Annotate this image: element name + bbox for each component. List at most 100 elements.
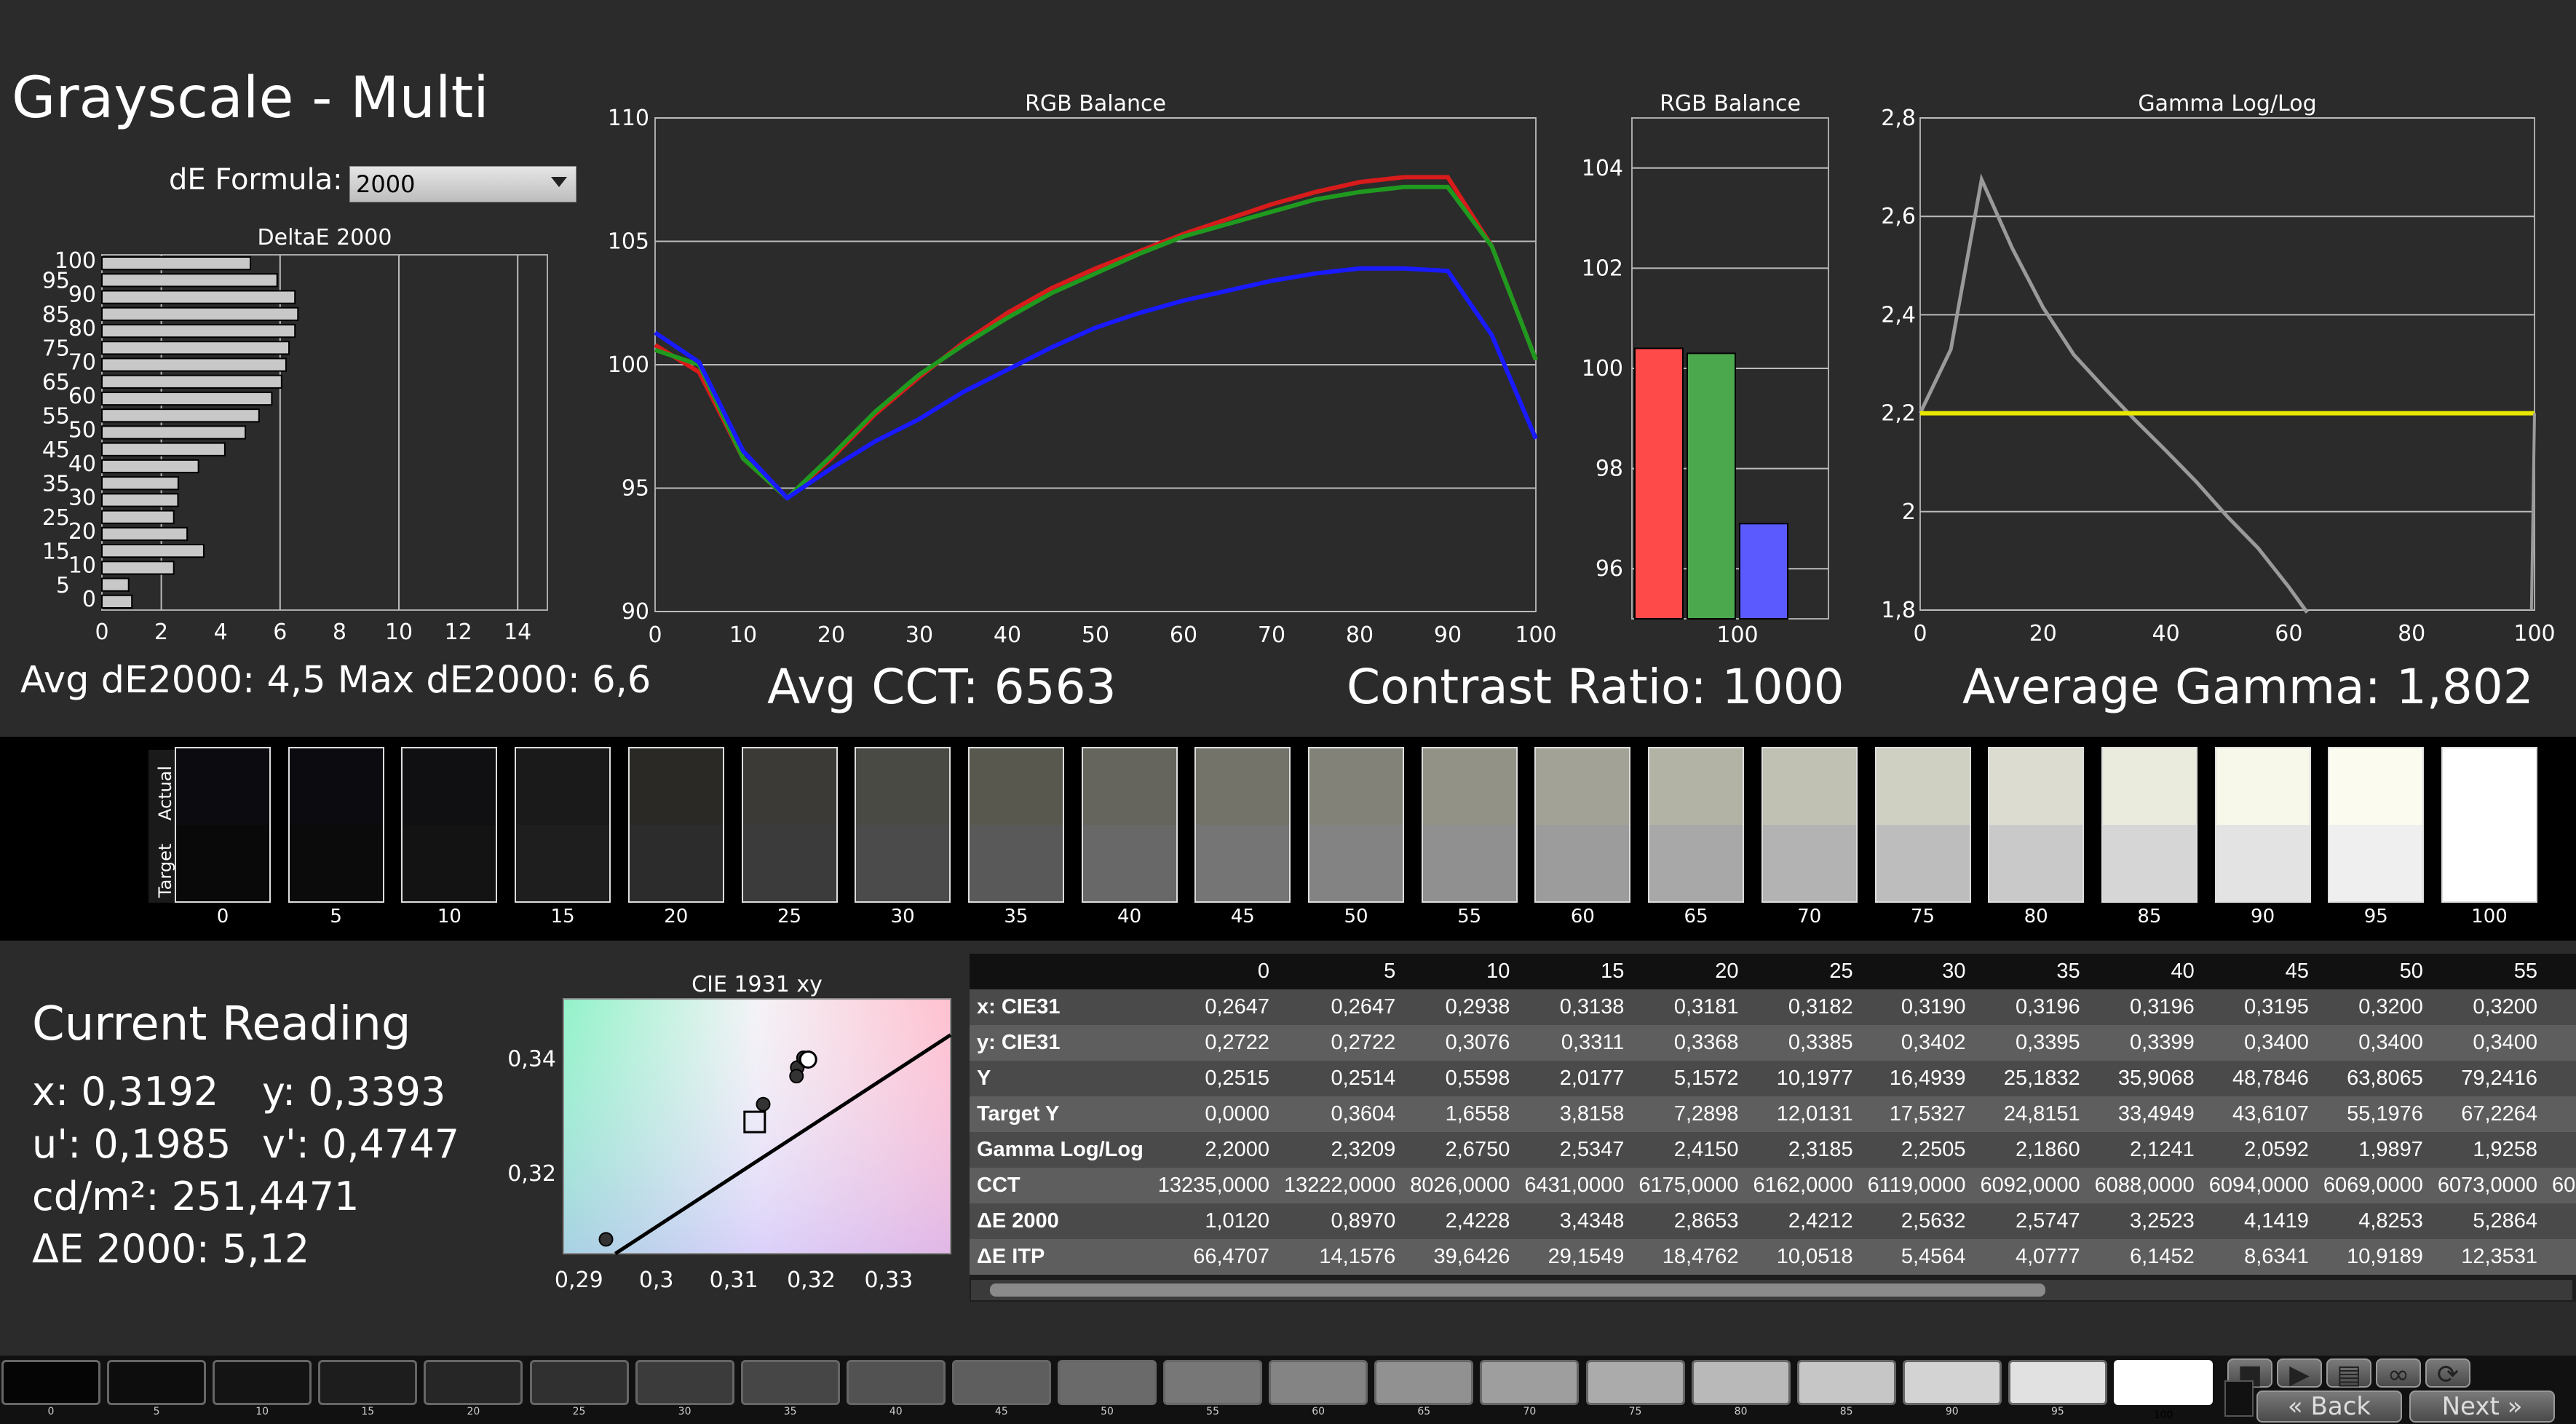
table-cell: 2,5632 (1860, 1203, 1973, 1239)
row-header: ΔE 2000 (970, 1203, 1151, 1239)
table-cell: 0,3604 (1277, 1096, 1403, 1132)
row-header: x: CIE31 (970, 989, 1151, 1025)
swatch-target (2443, 825, 2536, 901)
data-table[interactable]: 05101520253035404550556065x: CIE310,2647… (970, 954, 2576, 1302)
x-tick-label: 4 (214, 620, 228, 645)
table-row: ΔE 2000 1,0120 0,8970 2,4228 3,4348 2,8653 2,4… (970, 1203, 2576, 1239)
table-cell: 17,5327 (1860, 1096, 1973, 1132)
de-formula-dropdown[interactable]: 2000 (349, 166, 576, 202)
patch-button[interactable] (1374, 1360, 1474, 1405)
x-tick-label: 0 (648, 622, 662, 648)
page-title: Grayscale - Multi (12, 66, 489, 131)
swatch-label: 45 (1230, 906, 1255, 927)
patch-button[interactable] (107, 1360, 207, 1405)
swatch-actual (2102, 748, 2196, 825)
current-reading-title: Current Reading (32, 997, 411, 1051)
swatch (967, 747, 1064, 903)
actual-label: Actual (155, 765, 175, 820)
y-tick-label: 80 (68, 316, 96, 341)
patch-button[interactable] (846, 1360, 946, 1405)
y-tick-label: 2 (1902, 499, 1916, 525)
patch-button[interactable] (213, 1360, 312, 1405)
table-cell: 1,8469 (2545, 1132, 2576, 1168)
table-cell: 0,3138 (1517, 989, 1632, 1025)
table-scroll-thumb[interactable] (990, 1283, 2045, 1297)
patch-button[interactable] (951, 1360, 1051, 1405)
patch-button[interactable] (1163, 1360, 1263, 1405)
patch-button[interactable] (635, 1360, 734, 1405)
table-header-cell: 0 (1150, 954, 1277, 989)
loop-icon[interactable]: ∞ (2376, 1358, 2421, 1390)
table-cell: 67,2264 (2430, 1096, 2545, 1132)
bar (1634, 347, 1684, 620)
swatch (2214, 747, 2311, 903)
swatch-actual (1762, 748, 1856, 825)
plot-shade (563, 998, 951, 1254)
table-cell: 6094,0000 (2201, 1168, 2316, 1203)
swatch (1988, 747, 2085, 903)
patch-button[interactable] (2114, 1360, 2213, 1405)
table-cell: 14,1576 (1277, 1239, 1403, 1275)
y-tick-label: 102 (1582, 256, 1623, 281)
patch-button[interactable] (2008, 1360, 2107, 1405)
y-tick-label: 0,34 (507, 1047, 556, 1072)
x-tick-label: 0,33 (864, 1267, 913, 1293)
de-formula-label: dE Formula: (169, 163, 343, 197)
table-cell: 2,5347 (1517, 1132, 1632, 1168)
x-tick-label: 100 (1515, 622, 1556, 648)
y-tick-label: 30 (68, 486, 96, 511)
table-cell: 0,3196 (2087, 989, 2202, 1025)
patch-button[interactable] (424, 1360, 523, 1405)
table-cell: 8026,0000 (1403, 1168, 1518, 1203)
patch-label: 30 (678, 1406, 691, 1417)
back-button[interactable]: « Back (2256, 1391, 2402, 1423)
x-tick-label: 60 (1170, 622, 1197, 648)
patch-button[interactable] (740, 1360, 840, 1405)
bar (101, 425, 247, 440)
patch-button[interactable] (1691, 1360, 1791, 1405)
patch-button[interactable] (1, 1360, 100, 1405)
table-row: ΔE ITP 66,4707 14,1576 39,6426 29,1549 18,476… (970, 1239, 2576, 1275)
patch-label: 25 (572, 1406, 586, 1417)
swatch-target (2102, 825, 2196, 901)
bar (101, 459, 199, 474)
table-cell: 0,2722 (1150, 1025, 1277, 1061)
next-button[interactable]: Next » (2409, 1391, 2555, 1423)
table-cell: 6162,0000 (1745, 1168, 1860, 1203)
row-header: Y (970, 1061, 1151, 1096)
table-cell: 0,3400 (2315, 1025, 2430, 1061)
patch-button[interactable] (1585, 1360, 1685, 1405)
patch-label: 85 (1839, 1406, 1853, 1417)
table-cell: 7,2898 (1631, 1096, 1746, 1132)
table-cell: 6119,0000 (1860, 1168, 1973, 1203)
y-tick-label: 25 (42, 505, 70, 531)
table-cell: 0,2647 (1150, 989, 1277, 1025)
swatch (1194, 747, 1291, 903)
table-cell: 4,1419 (2201, 1203, 2316, 1239)
patch-button[interactable] (1058, 1360, 1157, 1405)
patch-button[interactable] (529, 1360, 629, 1405)
patch-button[interactable] (1269, 1360, 1368, 1405)
y-tick-label: 50 (68, 418, 96, 443)
row-header: CCT (970, 1168, 1151, 1203)
patch-button[interactable] (1902, 1360, 2002, 1405)
table-cell: 6088,0000 (2087, 1168, 2202, 1203)
swatch-label: 55 (1457, 906, 1482, 927)
table-header-cell: 5 (1277, 954, 1403, 989)
table-cell: 5,4564 (1860, 1239, 1973, 1275)
table-cell: 0,3400 (2430, 1025, 2545, 1061)
bar (101, 561, 175, 575)
table-cell: 0,3200 (2430, 989, 2545, 1025)
save-icon[interactable]: ▤ (2326, 1358, 2371, 1390)
refresh-icon[interactable]: ⟳ (2425, 1358, 2470, 1390)
play-icon[interactable]: ▶ (2277, 1358, 2322, 1390)
bar (101, 256, 251, 271)
y-tick-label: 70 (68, 350, 96, 376)
swatch-actual (969, 748, 1063, 825)
swatch-label: 70 (1797, 906, 1822, 927)
patch-button[interactable] (1480, 1360, 1580, 1405)
x-tick-label: 50 (1082, 622, 1109, 648)
table-cell: 5,1572 (1631, 1061, 1746, 1096)
patch-button[interactable] (318, 1360, 418, 1405)
patch-button[interactable] (1796, 1360, 1896, 1405)
